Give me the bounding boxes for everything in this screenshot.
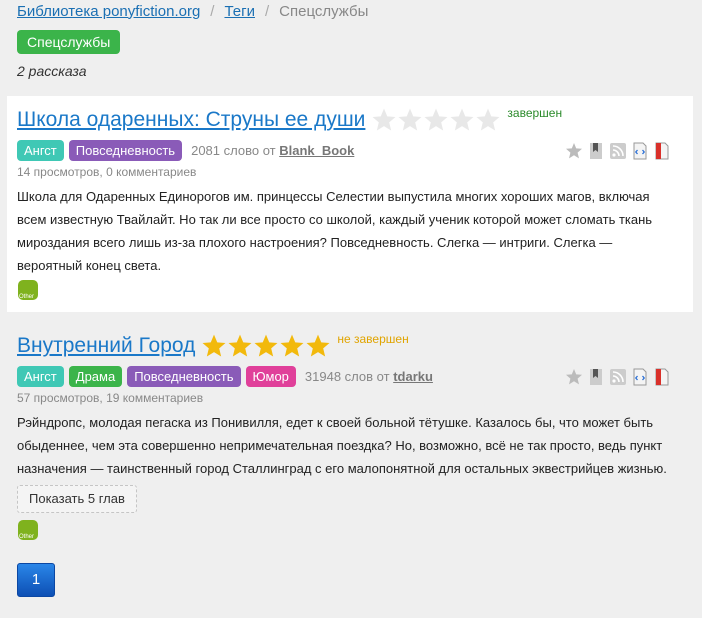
pagination-page-button[interactable]: 1 xyxy=(17,563,55,597)
bookmark-icon[interactable] xyxy=(587,368,605,386)
star-empty-icon[interactable] xyxy=(423,107,449,133)
rss-icon[interactable] xyxy=(609,368,627,386)
breadcrumb-separator: / xyxy=(264,2,270,20)
category-other-label: Other xyxy=(19,534,34,540)
bookmark-icon[interactable] xyxy=(587,142,605,160)
download-file-icon[interactable] xyxy=(631,142,649,160)
rating-stars[interactable] xyxy=(371,107,501,133)
rating-stars[interactable] xyxy=(201,333,331,359)
story-actions xyxy=(565,368,671,386)
story-count: 2 рассказа xyxy=(17,63,87,79)
star-filled-icon[interactable] xyxy=(305,333,331,359)
star-empty-icon[interactable] xyxy=(397,107,423,133)
genre-badge[interactable]: Юмор xyxy=(245,366,296,387)
word-count: 31948 слов от tdarku xyxy=(305,369,433,384)
word-count: 2081 слово от Blank_Book xyxy=(191,143,354,158)
pdf-file-icon[interactable] xyxy=(653,142,671,160)
genre-badge[interactable]: Ангст xyxy=(17,140,64,161)
story-title-row: Внутренний Город не завершен xyxy=(17,332,409,359)
tag-label: Спецслужбы xyxy=(17,30,121,54)
genre-badge[interactable]: Повседневность xyxy=(127,366,241,387)
breadcrumb-tags-link[interactable]: Теги xyxy=(224,3,255,20)
author-link[interactable]: Blank_Book xyxy=(279,143,354,158)
star-empty-icon[interactable] xyxy=(449,107,475,133)
genre-badge[interactable]: Ангст xyxy=(17,366,64,387)
story-stats: 57 просмотров, 19 комментариев xyxy=(17,391,204,405)
genre-badge[interactable]: Повседневность xyxy=(68,140,183,161)
story-status: не завершен xyxy=(337,332,409,346)
download-file-icon[interactable] xyxy=(631,368,649,386)
category-other-icon[interactable]: Other xyxy=(18,280,38,300)
story-stats: 14 просмотров, 0 комментариев xyxy=(17,165,197,179)
favorite-star-icon[interactable] xyxy=(565,142,583,160)
star-filled-icon[interactable] xyxy=(253,333,279,359)
favorite-star-icon[interactable] xyxy=(565,368,583,386)
story-meta: Ангст Повседневность 2081 слово от Blank… xyxy=(17,140,354,161)
story-status: завершен xyxy=(507,106,563,120)
star-empty-icon[interactable] xyxy=(371,107,397,133)
star-empty-icon[interactable] xyxy=(475,107,501,133)
rss-icon[interactable] xyxy=(609,142,627,160)
story-title-link[interactable]: Внутренний Город xyxy=(17,334,195,358)
star-filled-icon[interactable] xyxy=(279,333,305,359)
genre-badge[interactable]: Драма xyxy=(68,366,123,387)
breadcrumb-separator: / xyxy=(210,2,215,20)
pdf-file-icon[interactable] xyxy=(653,368,671,386)
story-card: Школа одаренных: Струны ее души завершен… xyxy=(7,96,693,312)
breadcrumb: Библиотека ponyfiction.org / Теги / Спец… xyxy=(17,0,368,22)
story-card: Внутренний Город не завершен Ангст Драма… xyxy=(7,322,693,552)
story-description: Школа для Одаренных Единорогов им. принц… xyxy=(17,189,653,273)
story-title-link[interactable]: Школа одаренных: Струны ее души xyxy=(17,108,365,132)
story-title-row: Школа одаренных: Струны ее души завершен xyxy=(17,106,563,133)
category-other-icon[interactable]: Other xyxy=(18,520,38,540)
story-description: Рэйндропс, молодая пегаска из Понивилля,… xyxy=(17,415,667,476)
breadcrumb-current: Спецслужбы xyxy=(279,2,369,20)
story-actions xyxy=(565,142,671,160)
category-other-label: Other xyxy=(19,294,34,300)
breadcrumb-home-link[interactable]: Библиотека ponyfiction.org xyxy=(17,3,200,20)
word-count-text: 2081 слово от xyxy=(191,143,276,158)
word-count-text: 31948 слов от xyxy=(304,369,390,384)
author-link[interactable]: tdarku xyxy=(393,369,433,384)
story-meta: Ангст Драма Повседневность Юмор 31948 сл… xyxy=(17,366,433,387)
star-filled-icon[interactable] xyxy=(227,333,253,359)
star-filled-icon[interactable] xyxy=(201,333,227,359)
show-chapters-button[interactable]: Показать 5 глав xyxy=(17,485,137,513)
